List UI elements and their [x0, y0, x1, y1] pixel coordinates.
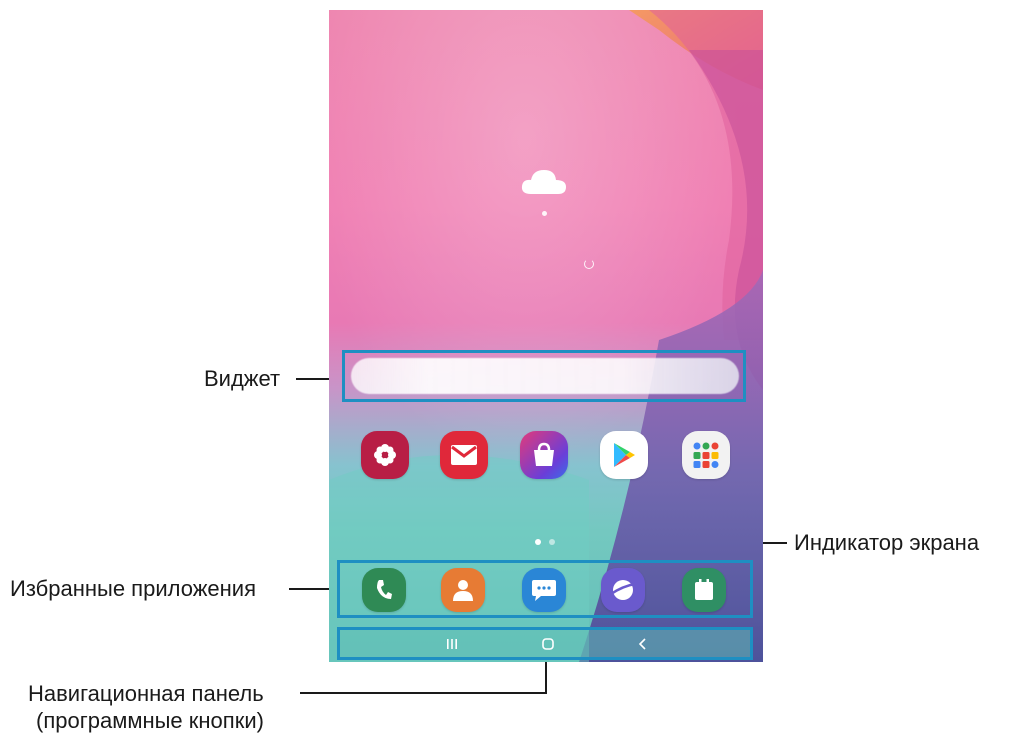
contacts-icon — [453, 580, 473, 601]
navigation-bar — [337, 627, 753, 660]
messages-icon — [532, 580, 556, 601]
gallery-flower-icon — [374, 444, 396, 466]
contacts-app-icon[interactable] — [441, 568, 485, 612]
play-store-app-icon[interactable] — [600, 431, 648, 479]
navigation-bar-leader-vertical — [545, 661, 547, 694]
weather-cloud-icon — [521, 170, 566, 194]
email-envelope-icon — [451, 445, 477, 465]
recent-apps-icon — [447, 638, 457, 649]
galaxy-store-app-icon[interactable] — [520, 431, 568, 479]
phone-app-icon[interactable] — [362, 568, 406, 612]
phone-icon — [377, 580, 392, 599]
internet-app-icon[interactable] — [601, 568, 645, 612]
navigation-bar-label-line1: Навигационная панель — [28, 681, 264, 706]
recent-apps-button[interactable] — [422, 630, 482, 657]
favorite-apps-label: Избранные приложения — [10, 576, 256, 601]
widget-label: Виджет — [204, 366, 281, 391]
email-app-icon[interactable] — [440, 431, 488, 479]
screen-indicator-label: Индикатор экрана — [794, 530, 980, 555]
back-button[interactable] — [613, 630, 673, 657]
navigation-bar-leader-horizontal — [300, 692, 546, 694]
calendar-app-icon[interactable] — [682, 568, 726, 612]
home-button[interactable] — [518, 630, 578, 657]
play-store-icon — [614, 443, 635, 467]
navigation-bar-label-line2: (программные кнопки) — [36, 708, 264, 733]
gallery-app-icon[interactable] — [361, 431, 409, 479]
internet-browser-icon — [610, 580, 636, 600]
messages-app-icon[interactable] — [522, 568, 566, 612]
galaxy-store-bag-icon — [534, 442, 554, 466]
tablet-home-screen — [329, 10, 763, 662]
page-indicator-dot[interactable] — [549, 539, 555, 545]
calendar-icon — [695, 579, 713, 600]
widget-highlight-frame — [342, 350, 746, 402]
refresh-icon[interactable] — [584, 259, 594, 269]
google-folder-app-icon[interactable] — [682, 431, 730, 479]
location-pin-icon — [542, 211, 547, 216]
home-icon — [542, 637, 554, 650]
google-folder-icon — [693, 442, 719, 468]
page-indicator-dot-active[interactable] — [535, 539, 541, 545]
back-icon — [638, 637, 646, 650]
